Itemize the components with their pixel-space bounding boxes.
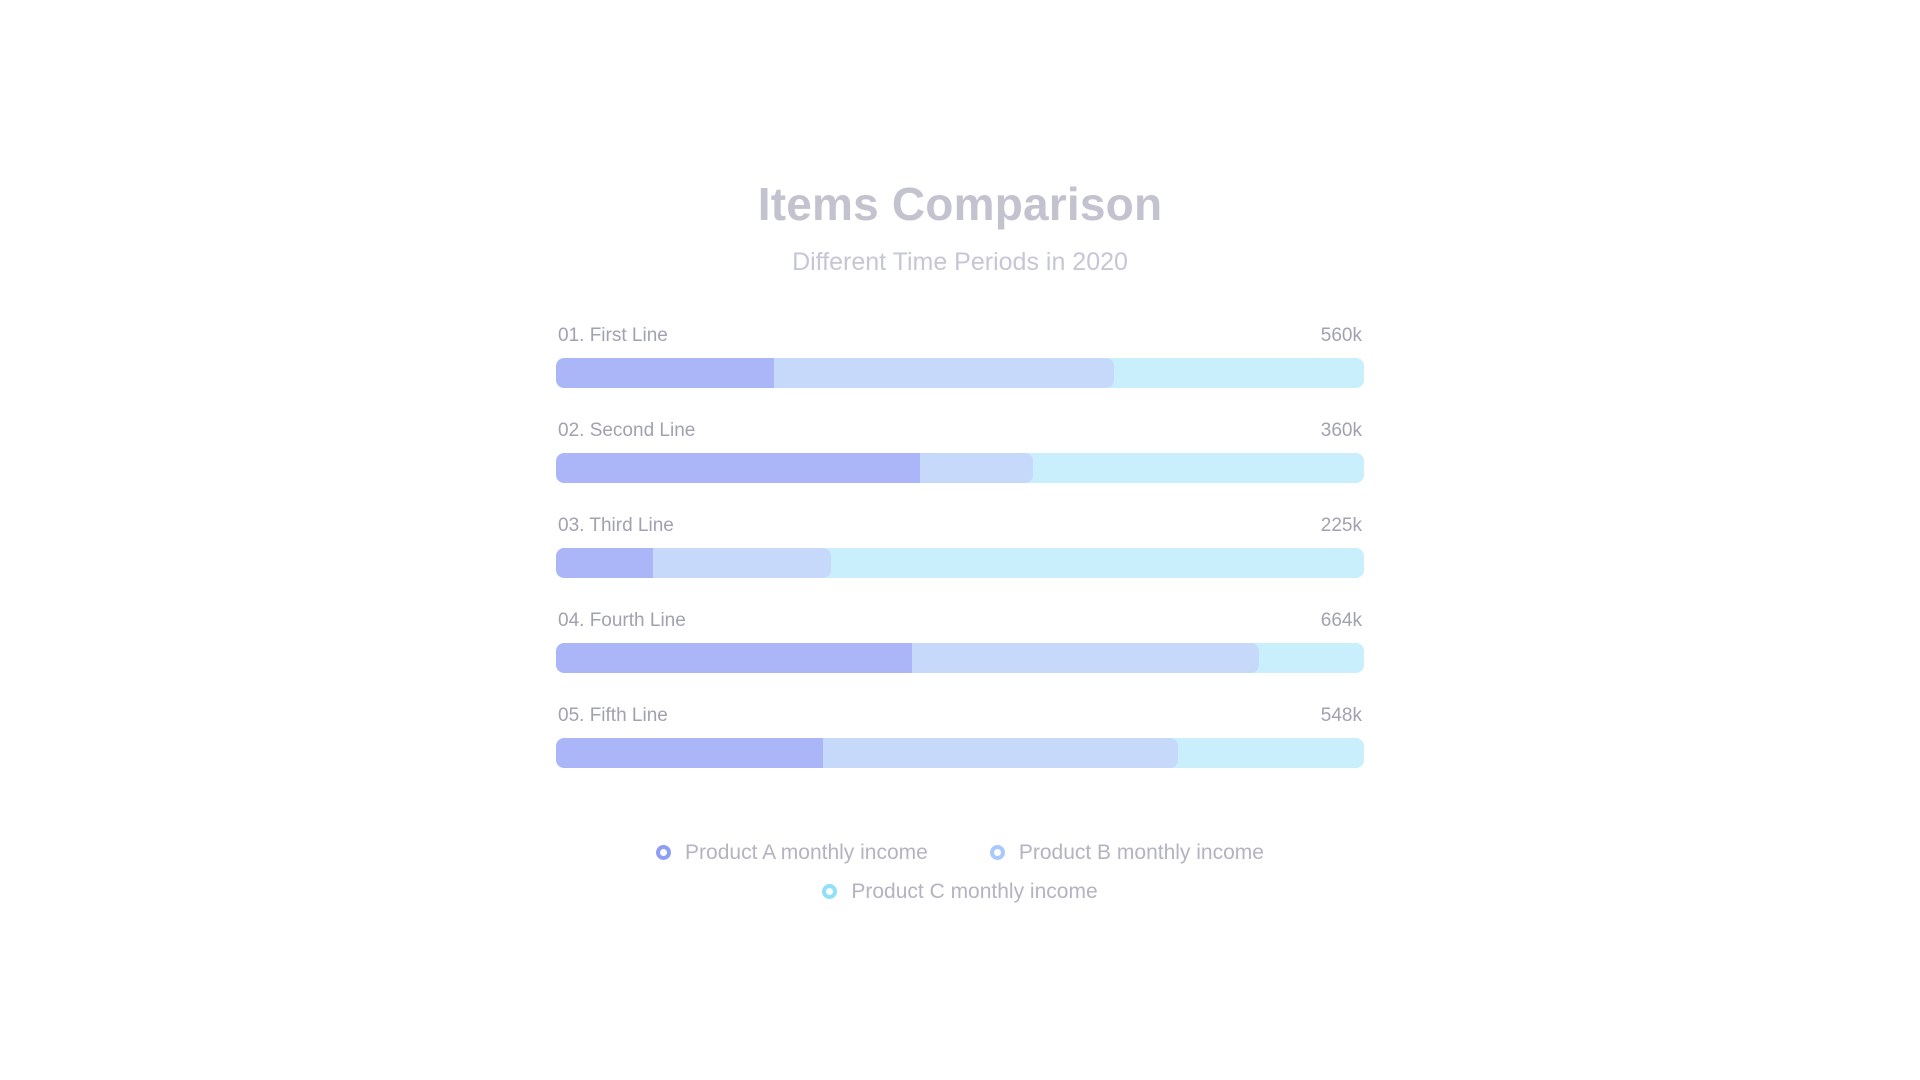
bar-row-meta: 04. Fourth Line 664k <box>556 610 1364 632</box>
page-subtitle: Different Time Periods in 2020 <box>792 247 1128 276</box>
bar-segment-b <box>814 737 1179 768</box>
bar-track <box>556 737 1364 768</box>
legend-item[interactable]: Product B monthly income <box>989 840 1264 864</box>
bar-row-label: 03. Third Line <box>558 514 674 536</box>
ring-icon <box>822 883 838 899</box>
bar-track <box>556 547 1364 578</box>
bar-row-label: 04. Fourth Line <box>558 609 686 631</box>
bar-row: 04. Fourth Line 664k <box>556 610 1364 673</box>
bar-row-value: 548k <box>1320 704 1362 726</box>
page-title: Items Comparison <box>757 178 1163 230</box>
bar-row: 01. First Line 560k <box>556 325 1364 388</box>
bar-row-value: 664k <box>1320 609 1362 631</box>
bar-row-value: 560k <box>1320 324 1362 346</box>
bar-row-label: 01. First Line <box>558 324 668 346</box>
bar-row: 03. Third Line 225k <box>556 515 1364 578</box>
bar-segment-a <box>556 737 823 768</box>
bar-segment-a <box>556 547 653 578</box>
slide-canvas: Items Comparison Different Time Periods … <box>0 0 1920 1080</box>
bar-row-label: 02. Second Line <box>558 419 696 441</box>
bar-chart: 01. First Line 560k 02. Second Line 360k 03.… <box>556 325 1364 768</box>
bar-segment-b <box>911 452 1033 483</box>
bar-row-value: 225k <box>1320 514 1362 536</box>
bar-segment-c <box>1032 452 1364 483</box>
ring-icon <box>656 844 672 860</box>
bar-segment-c <box>830 547 1364 578</box>
bar-row-value: 360k <box>1320 419 1362 441</box>
bar-row: 02. Second Line 360k <box>556 420 1364 483</box>
chart-header: Items Comparison Different Time Periods … <box>0 178 1920 277</box>
bar-row-meta: 01. First Line 560k <box>556 325 1364 347</box>
ring-icon <box>989 844 1005 860</box>
legend-row-second: Product C monthly income <box>550 881 1370 902</box>
bar-row-meta: 03. Third Line 225k <box>556 515 1364 537</box>
bar-track <box>556 357 1364 388</box>
legend-item-label: Product B monthly income <box>1018 840 1264 864</box>
bar-segment-c <box>1113 357 1364 388</box>
bar-segment-c <box>1259 642 1364 673</box>
bar-row-meta: 02. Second Line 360k <box>556 420 1364 442</box>
bar-segment-b <box>766 357 1114 388</box>
bar-segment-c <box>1178 737 1364 768</box>
bar-segment-a <box>556 642 912 673</box>
bar-track <box>556 452 1364 483</box>
bar-segment-a <box>556 452 920 483</box>
chart-legend: Product A monthly income Product B monthl… <box>550 842 1370 902</box>
bar-row: 05. Fifth Line 548k <box>556 705 1364 768</box>
bar-row-meta: 05. Fifth Line 548k <box>556 705 1364 727</box>
legend-item-label: Product A monthly income <box>685 840 928 864</box>
bar-segment-b <box>903 642 1260 673</box>
bar-segment-a <box>556 357 775 388</box>
legend-item[interactable]: Product C monthly income <box>822 879 1098 903</box>
bar-track <box>556 642 1364 673</box>
legend-item[interactable]: Product A monthly income <box>656 842 928 863</box>
legend-item-label: Product C monthly income <box>851 879 1098 903</box>
bar-row-label: 05. Fifth Line <box>558 704 668 726</box>
bar-segment-b <box>644 547 831 578</box>
